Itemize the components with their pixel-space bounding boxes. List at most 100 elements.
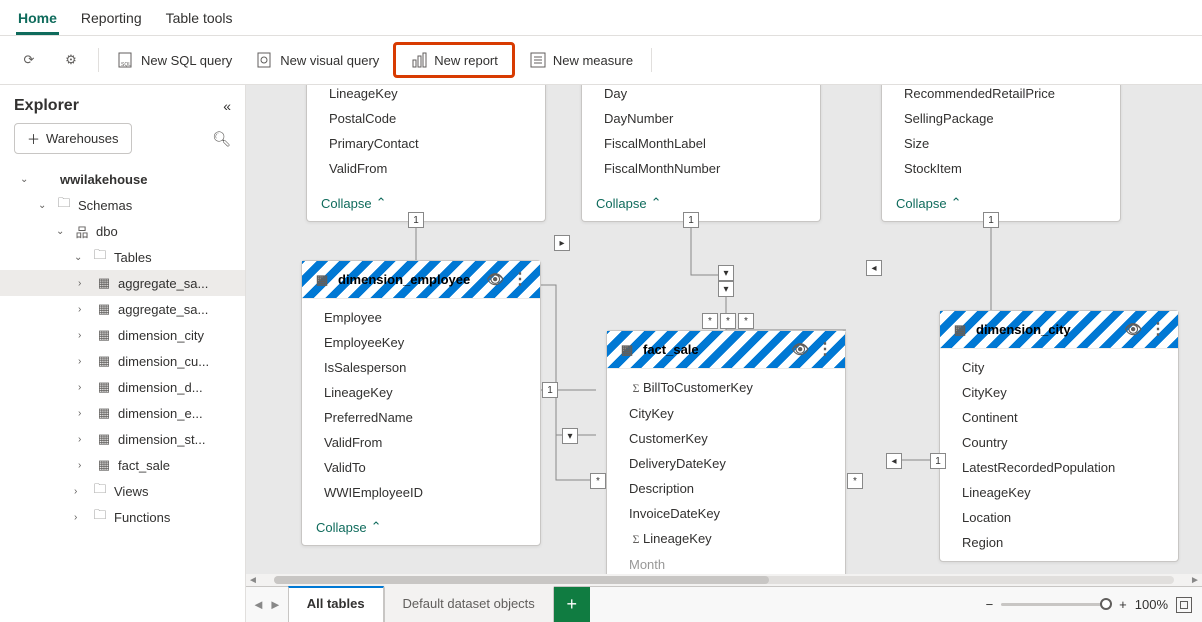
tab-reporting[interactable]: Reporting (79, 4, 144, 35)
column-name: LineageKey (307, 85, 545, 106)
add-tab-button[interactable]: + (554, 587, 590, 622)
visibility-icon[interactable]: 👁 (791, 341, 809, 358)
table-icon: ▦ (96, 379, 112, 395)
tree-item-table[interactable]: ›▦dimension_e... (0, 400, 245, 426)
tree-item-dbo[interactable]: ⌄品dbo (0, 218, 245, 244)
tab-home[interactable]: Home (16, 4, 59, 35)
table-icon: ▦ (96, 275, 112, 291)
tree-label: aggregate_sa... (118, 276, 208, 291)
collapse-panel-icon[interactable]: « (223, 98, 231, 114)
fit-to-screen-icon[interactable] (1176, 597, 1192, 613)
tree-item-table[interactable]: ›▦dimension_cu... (0, 348, 245, 374)
table-card-partial[interactable]: Day DayNumber FiscalMonthLabel FiscalMon… (581, 85, 821, 222)
column-name: InvoiceDateKey (607, 501, 845, 526)
zoom-slider[interactable] (1001, 603, 1111, 606)
sql-icon: SQL (117, 51, 135, 69)
filter-direction-icon: ▾ (718, 265, 734, 281)
collapse-button[interactable]: Collapse⌃ (582, 187, 820, 221)
collapse-button[interactable]: Collapse⌃ (882, 187, 1120, 221)
table-card-fact-sale[interactable]: ▦ fact_sale 👁 ⋮ ΣBillToCustomerKey CityK… (606, 330, 846, 584)
tree-item-table[interactable]: ›▦fact_sale (0, 452, 245, 478)
column-name: LineageKey (302, 380, 540, 405)
settings-button[interactable]: ⚙ (52, 45, 90, 75)
column-name: DayNumber (582, 106, 820, 131)
tree-item-lakehouse[interactable]: ⌄wwilakehouse (0, 166, 245, 192)
table-icon: ▦ (96, 327, 112, 343)
zoom-out-button[interactable]: − (986, 597, 994, 612)
tree-item-tables[interactable]: ⌄🗀Tables (0, 244, 245, 270)
tree-item-table[interactable]: ›▦aggregate_sa... (0, 270, 245, 296)
tab-all-tables[interactable]: All tables (288, 586, 384, 622)
more-icon[interactable]: ⋮ (1150, 327, 1166, 333)
visibility-icon[interactable]: 👁 (1124, 321, 1142, 338)
more-icon[interactable]: ⋮ (512, 277, 528, 283)
tree-item-table[interactable]: ›▦dimension_city (0, 322, 245, 348)
column-name: Location (940, 505, 1178, 530)
chevron-up-icon: ⌃ (651, 195, 662, 211)
prev-tab-icon[interactable]: ◄ (252, 597, 265, 612)
tree-label: Views (114, 484, 148, 499)
more-icon[interactable]: ⋮ (817, 347, 833, 353)
table-card-dimension-city[interactable]: ▦ dimension_city 👁 ⋮ City CityKey Contin… (939, 310, 1179, 562)
tree-item-table[interactable]: ›▦dimension_st... (0, 426, 245, 452)
new-visual-query-button[interactable]: New visual query (246, 45, 389, 75)
scroll-thumb[interactable] (274, 576, 769, 584)
table-card-partial[interactable]: RecommendedRetailPrice SellingPackage Si… (881, 85, 1121, 222)
search-icon[interactable]: 🔍︎ (212, 130, 231, 148)
column-name: ΣBillToCustomerKey (607, 375, 845, 401)
new-report-button[interactable]: New report (402, 47, 506, 73)
column-name: PostalCode (307, 106, 545, 131)
column-name: CityKey (607, 401, 845, 426)
folder-icon: 🗀 (92, 249, 108, 265)
visibility-icon[interactable]: 👁 (486, 271, 504, 288)
tree-label: dimension_st... (118, 432, 205, 447)
column-name: SellingPackage (882, 106, 1120, 131)
tab-table-tools[interactable]: Table tools (164, 4, 235, 35)
cardinality-one: 1 (408, 212, 424, 228)
visual-query-icon (256, 51, 274, 69)
column-name: DeliveryDateKey (607, 451, 845, 476)
model-canvas[interactable]: LineageKey PostalCode PrimaryContact Val… (246, 85, 1202, 586)
table-title: dimension_city (976, 322, 1071, 337)
new-measure-button[interactable]: New measure (519, 45, 643, 75)
new-sql-query-button[interactable]: SQL New SQL query (107, 45, 242, 75)
tree-item-table[interactable]: ›▦aggregate_sa... (0, 296, 245, 322)
tree-label: fact_sale (118, 458, 170, 473)
schema-icon: 品 (74, 223, 90, 239)
toolbar-separator (651, 48, 652, 72)
tree-item-table[interactable]: ›▦dimension_d... (0, 374, 245, 400)
filter-direction-icon: ▾ (562, 428, 578, 444)
cardinality-many: * (847, 473, 863, 489)
tree-label: dbo (96, 224, 118, 239)
zoom-in-button[interactable]: + (1119, 597, 1127, 612)
tree-item-views[interactable]: ›🗀Views (0, 478, 245, 504)
table-card-dimension-employee[interactable]: ▦ dimension_employee 👁 ⋮ Employee Employ… (301, 260, 541, 546)
ribbon-tabs: Home Reporting Table tools (0, 0, 1202, 36)
collapse-button[interactable]: Collapse⌃ (302, 511, 540, 545)
new-report-highlight: New report (393, 42, 515, 78)
tree-item-schemas[interactable]: ⌄🗀Schemas (0, 192, 245, 218)
tree-label: dimension_e... (118, 406, 203, 421)
svg-text:SQL: SQL (121, 62, 131, 68)
warehouses-label: Warehouses (46, 131, 119, 146)
column-name: RecommendedRetailPrice (882, 85, 1120, 106)
column-name: Region (940, 530, 1178, 555)
refresh-button[interactable]: ⟳ (10, 45, 48, 75)
plus-icon: ＋ (27, 129, 40, 148)
next-tab-icon[interactable]: ► (269, 597, 282, 612)
column-name: PrimaryContact (307, 131, 545, 156)
scroll-left-icon[interactable]: ◄ (246, 575, 260, 586)
table-icon: ▦ (96, 353, 112, 369)
cardinality-many: * (720, 313, 736, 329)
tab-default-dataset[interactable]: Default dataset objects (384, 586, 554, 622)
sigma-icon: Σ (629, 532, 643, 547)
collapse-button[interactable]: Collapse⌃ (307, 187, 545, 221)
scroll-right-icon[interactable]: ► (1188, 575, 1202, 586)
table-card-partial[interactable]: LineageKey PostalCode PrimaryContact Val… (306, 85, 546, 222)
cardinality-one: 1 (983, 212, 999, 228)
table-icon: ▦ (314, 272, 330, 288)
add-warehouse-button[interactable]: ＋ Warehouses (14, 123, 132, 154)
canvas-scrollbar[interactable]: ◄ ► (246, 574, 1202, 586)
toolbar: ⟳ ⚙ SQL New SQL query New visual query N… (0, 36, 1202, 85)
tree-item-functions[interactable]: ›🗀Functions (0, 504, 245, 530)
